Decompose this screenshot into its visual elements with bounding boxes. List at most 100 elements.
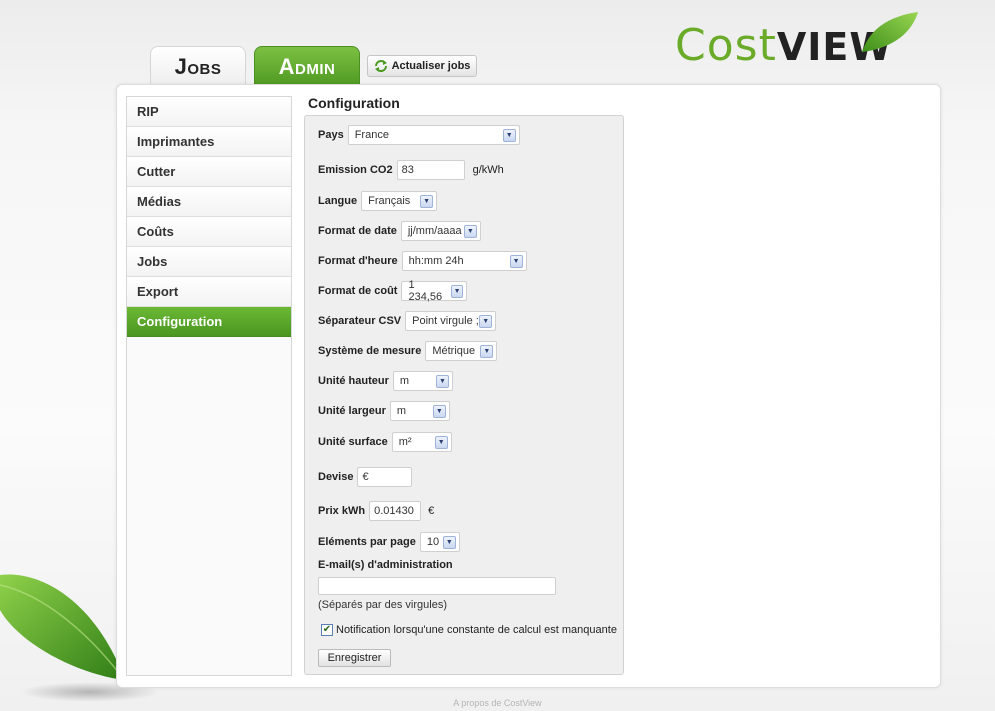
format-cout-select[interactable]: 1 234,56 ▼ <box>401 279 468 303</box>
co2-input[interactable]: 83 <box>396 160 465 180</box>
format-cout-row: Format de coût 1 234,56 ▼ <box>318 279 468 303</box>
sidebar-item-cutter[interactable]: Cutter <box>127 157 291 187</box>
format-heure-value: hh:mm 24h <box>408 255 464 267</box>
sidebar-item-label: Cutter <box>137 164 176 179</box>
format-heure-select[interactable]: hh:mm 24h ▼ <box>401 251 527 271</box>
email-input[interactable] <box>318 577 556 595</box>
format-heure-label: Format d'heure <box>318 255 398 267</box>
co2-label: Emission CO2 <box>318 164 393 176</box>
separateur-csv-select[interactable]: Point virgule ; ▼ <box>405 311 497 331</box>
prix-kwh-row: Prix kWh 0.01430 € <box>318 501 434 521</box>
unite-largeur-label: Unité largeur <box>318 405 386 417</box>
sidebar-item-label: Export <box>137 284 179 299</box>
separateur-csv-label: Séparateur CSV <box>318 315 402 327</box>
prix-kwh-input[interactable]: 0.01430 <box>369 501 422 521</box>
prix-kwh-unit: € <box>428 505 435 517</box>
sidebar-item-imprimantes[interactable]: Imprimantes <box>127 127 291 157</box>
sidebar-item-couts[interactable]: Coûts <box>127 217 291 247</box>
elements-page-select[interactable]: 10 ▼ <box>419 532 460 552</box>
tab-admin-label: Admin <box>278 54 336 79</box>
notification-row: ✔ Notification lorsqu'une constante de c… <box>321 624 617 636</box>
pays-label: Pays <box>318 129 344 141</box>
unite-hauteur-value: m <box>399 375 410 387</box>
sidebar-item-jobs[interactable]: Jobs <box>127 247 291 277</box>
sidebar-item-label: Jobs <box>137 254 168 269</box>
format-cout-label: Format de coût <box>318 285 398 297</box>
devise-label: Devise <box>318 471 354 483</box>
unite-surface-row: Unité surface m² ▼ <box>318 432 452 452</box>
pays-value: France <box>354 129 389 141</box>
email-label-row: E-mail(s) d'administration <box>318 559 453 571</box>
langue-label: Langue <box>318 195 358 207</box>
tab-jobs-label: Jobs <box>174 54 222 79</box>
devise-row: Devise € <box>318 467 413 487</box>
chevron-down-icon: ▼ <box>480 344 494 358</box>
systeme-mesure-value: Métrique <box>432 345 476 357</box>
systeme-mesure-row: Système de mesure Métrique ▼ <box>318 341 498 361</box>
chevron-down-icon: ▼ <box>502 128 516 142</box>
sidebar: RIP Imprimantes Cutter Médias Coûts Jobs… <box>126 96 292 676</box>
elements-page-label: Eléments par page <box>318 536 416 548</box>
pays-select[interactable]: France ▼ <box>347 125 520 145</box>
co2-row: Emission CO2 83 g/kWh <box>318 160 504 180</box>
sidebar-item-configuration[interactable]: Configuration <box>127 307 291 337</box>
separateur-csv-row: Séparateur CSV Point virgule ; ▼ <box>318 311 497 331</box>
format-date-value: jj/mm/aaaa <box>407 225 462 237</box>
sidebar-item-label: Imprimantes <box>137 134 215 149</box>
sidebar-item-export[interactable]: Export <box>127 277 291 307</box>
sidebar-item-medias[interactable]: Médias <box>127 187 291 217</box>
format-date-row: Format de date jj/mm/aaaa ▼ <box>318 221 481 241</box>
chevron-down-icon: ▼ <box>450 284 464 298</box>
elements-page-row: Eléments par page 10 ▼ <box>318 532 460 552</box>
pays-row: Pays France ▼ <box>318 125 520 145</box>
refresh-jobs-button[interactable]: Actualiser jobs <box>367 55 477 77</box>
systeme-mesure-label: Système de mesure <box>318 345 422 357</box>
langue-row: Langue Français ▼ <box>318 191 438 211</box>
unite-largeur-select[interactable]: m ▼ <box>389 401 450 421</box>
co2-unit: g/kWh <box>472 164 504 176</box>
tab-jobs[interactable]: Jobs <box>150 46 246 86</box>
configuration-form: Pays France ▼ Emission CO2 83 g/kWh Lang… <box>304 115 624 675</box>
format-date-label: Format de date <box>318 225 397 237</box>
page-title: Configuration <box>308 95 400 111</box>
format-heure-row: Format d'heure hh:mm 24h ▼ <box>318 251 527 271</box>
unite-surface-label: Unité surface <box>318 436 388 448</box>
langue-select[interactable]: Français ▼ <box>361 191 438 211</box>
email-hint: (Séparés par des virgules) <box>318 599 448 611</box>
unite-largeur-row: Unité largeur m ▼ <box>318 401 450 421</box>
email-label: E-mail(s) d'administration <box>318 559 453 571</box>
chevron-down-icon: ▼ <box>420 194 434 208</box>
chevron-down-icon: ▼ <box>435 374 449 388</box>
chevron-down-icon: ▼ <box>434 435 448 449</box>
costview-logo: CostVIEW <box>675 10 925 80</box>
chevron-down-icon: ▼ <box>442 535 456 549</box>
chevron-down-icon: ▼ <box>479 314 493 328</box>
sidebar-item-rip[interactable]: RIP <box>127 97 291 127</box>
systeme-mesure-select[interactable]: Métrique ▼ <box>425 341 498 361</box>
unite-surface-select[interactable]: m² ▼ <box>391 432 452 452</box>
chevron-down-icon: ▼ <box>463 224 477 238</box>
unite-surface-value: m² <box>398 436 412 448</box>
devise-input[interactable]: € <box>357 467 413 487</box>
langue-value: Français <box>368 195 411 207</box>
format-date-select[interactable]: jj/mm/aaaa ▼ <box>400 221 481 241</box>
unite-hauteur-select[interactable]: m ▼ <box>392 371 453 391</box>
prix-kwh-label: Prix kWh <box>318 505 366 517</box>
leaf-decoration-icon <box>0 574 125 680</box>
notification-label: Notification lorsqu'une constante de cal… <box>336 624 617 636</box>
elements-page-value: 10 <box>426 536 440 548</box>
unite-hauteur-row: Unité hauteur m ▼ <box>318 371 453 391</box>
refresh-jobs-label: Actualiser jobs <box>391 60 471 72</box>
tab-admin[interactable]: Admin <box>254 46 360 86</box>
refresh-icon <box>374 60 387 72</box>
notification-checkbox[interactable]: ✔ <box>321 624 333 636</box>
logo-cost-text: Cost <box>675 20 777 71</box>
sidebar-item-label: Médias <box>137 194 182 209</box>
unite-largeur-value: m <box>396 405 407 417</box>
chevron-down-icon: ▼ <box>509 254 523 268</box>
unite-hauteur-label: Unité hauteur <box>318 375 389 387</box>
about-link[interactable]: A propos de CostView <box>0 698 995 708</box>
logo-leaf-icon <box>862 12 918 52</box>
sidebar-item-label: RIP <box>137 104 159 119</box>
save-button[interactable]: Enregistrer <box>318 649 391 667</box>
